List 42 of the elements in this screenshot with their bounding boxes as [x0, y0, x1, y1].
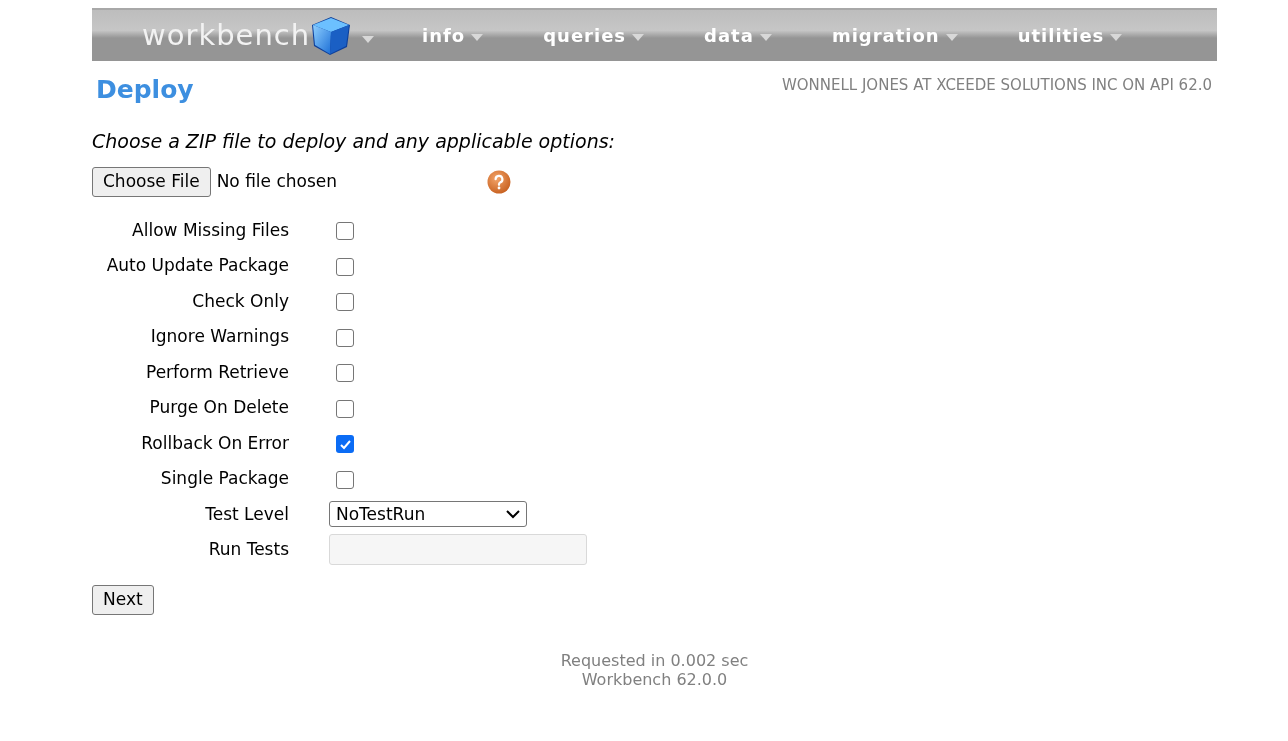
option-label: Ignore Warnings — [149, 325, 289, 348]
nav-menu[interactable]: migration — [831, 22, 958, 49]
checkbox[interactable] — [336, 399, 354, 418]
option-label: Perform Retrieve — [145, 360, 289, 384]
caret-icon — [1110, 34, 1123, 41]
option-label: Single Package — [159, 467, 289, 490]
user-info: WONNELL JONES AT XCEEDE SOLUTIONS INC ON API 62.0 — [781, 75, 1212, 96]
footer-text: Requested in 0.002 sec — [560, 651, 749, 670]
next-button[interactable]: Next — [92, 585, 154, 615]
logo-text[interactable]: workbench — [142, 21, 311, 50]
caret-icon — [362, 36, 375, 43]
checkbox[interactable] — [336, 470, 354, 489]
choose-file-button[interactable]: Choose File — [92, 167, 211, 197]
checkbox[interactable] — [336, 328, 354, 347]
nav-menu[interactable]: info — [422, 22, 484, 49]
checkbox[interactable] — [336, 364, 354, 383]
nav-menu[interactable]: data — [704, 22, 772, 49]
nav-menu[interactable]: queries — [543, 22, 645, 49]
chevron-down-icon — [506, 509, 520, 519]
file-status: No file chosen — [216, 170, 339, 194]
cube-icon — [310, 14, 353, 57]
caret-icon — [632, 34, 645, 41]
help-icon[interactable] — [486, 170, 511, 194]
option-label: Test Level — [204, 502, 289, 526]
footer-text: Workbench 62.0.0 — [581, 670, 728, 689]
option-label: Purge On Delete — [148, 396, 289, 419]
checkbox[interactable] — [336, 293, 354, 312]
caret-icon — [471, 34, 484, 41]
test-level-select[interactable]: NoTestRun — [329, 501, 527, 528]
option-label: Auto Update Package — [105, 254, 289, 277]
page-title: Deploy — [96, 74, 194, 106]
option-label: Run Tests — [207, 538, 289, 561]
option-label: Rollback On Error — [140, 431, 289, 455]
checkbox[interactable] — [336, 435, 354, 454]
instruction-text: Choose a ZIP file to deploy and any applicable options: — [92, 128, 616, 154]
checkbox[interactable] — [336, 222, 354, 241]
option-label: Allow Missing Files — [131, 218, 289, 242]
checkbox[interactable] — [336, 257, 354, 276]
caret-icon — [945, 34, 958, 41]
caret-icon — [759, 34, 772, 41]
nav-menu[interactable]: utilities — [1017, 22, 1123, 49]
option-label: Check Only — [191, 289, 289, 313]
